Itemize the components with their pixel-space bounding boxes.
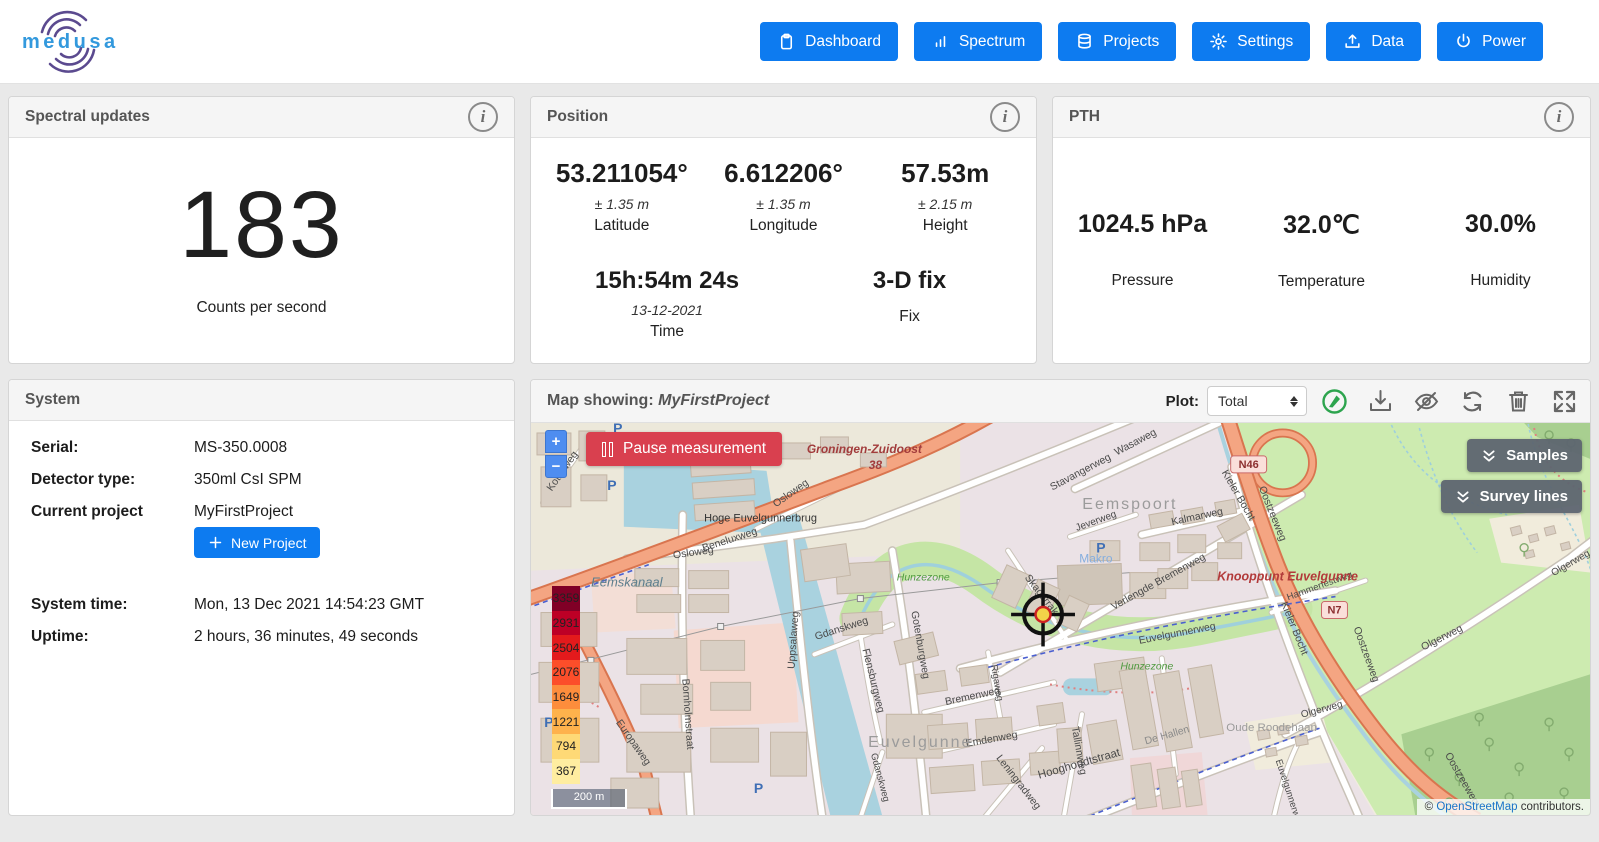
compass-icon[interactable] — [1321, 388, 1348, 415]
nav-button-dashboard[interactable]: Dashboard — [760, 22, 898, 61]
map-canvas[interactable]: BeneluxwegOslowegOslowegKotkawegStavange… — [531, 423, 1590, 816]
map-label: P — [1096, 540, 1105, 556]
legend-cell: 2504 — [552, 635, 580, 660]
map-title: Map showing: MyFirstProject — [547, 392, 1166, 410]
legend-cell: 2076 — [552, 660, 580, 685]
map-label: P — [607, 477, 616, 493]
expand-icon[interactable] — [1551, 388, 1578, 415]
map-zoom-control: + − — [545, 430, 567, 478]
map-viewport[interactable]: BeneluxwegOslowegOslowegKotkawegStavange… — [531, 423, 1590, 816]
info-icon[interactable]: i — [1544, 102, 1574, 132]
svg-text:medusa: medusa — [22, 31, 119, 53]
map-label: Oude Roodehaan — [1226, 722, 1317, 734]
info-icon[interactable]: i — [468, 102, 498, 132]
legend-cell: 367 — [552, 759, 580, 784]
eye-off-icon[interactable] — [1413, 388, 1440, 415]
pause-icon — [602, 442, 613, 457]
pth-card: PTH i 1024.5 hPa Pressure 32.0℃ Temperat… — [1052, 96, 1591, 364]
chevrons-down-icon — [1455, 489, 1471, 505]
upload-icon — [1343, 32, 1362, 51]
database-icon — [1075, 32, 1094, 51]
map-label: P — [754, 780, 763, 796]
nav-button-spectrum[interactable]: Spectrum — [914, 22, 1042, 61]
new-project-button[interactable]: New Project — [194, 527, 320, 558]
info-icon[interactable]: i — [990, 102, 1020, 132]
counts-unit-label: Counts per second — [196, 299, 326, 317]
chevrons-down-icon — [1481, 448, 1497, 464]
spectral-card-title: Spectral updates — [25, 108, 150, 126]
map-label: Eemskanaal — [591, 575, 664, 590]
pause-measurement-button[interactable]: Pause measurement — [586, 432, 782, 466]
legend-cell: 1221 — [552, 709, 580, 734]
map-scale-bar: 200 m — [551, 789, 627, 809]
uptime-row: Uptime: 2 hours, 36 minutes, 49 seconds — [31, 628, 492, 646]
latitude-field: 53.211054° ± 1.35 m Latitude — [541, 158, 703, 235]
counts-value: 183 — [179, 178, 344, 273]
trash-icon[interactable] — [1505, 388, 1532, 415]
map-attribution: © OpenStreetMap contributors. — [1417, 799, 1590, 816]
nav-button-settings[interactable]: Settings — [1192, 22, 1310, 61]
survey-lines-toggle-button[interactable]: Survey lines — [1441, 480, 1582, 513]
clipboard-icon — [777, 32, 796, 51]
system-card-title: System — [25, 391, 80, 409]
map-label: Knooppunt Euvelgunne — [1217, 570, 1358, 584]
current-project-row: Current project MyFirstProject — [31, 503, 492, 521]
detector-type-row: Detector type: 350ml CsI SPM — [31, 471, 492, 489]
map-toolbar — [1321, 388, 1578, 415]
legend-cell: 2931 — [552, 611, 580, 636]
gps-fix-field: 3-D fix Fix — [793, 267, 1026, 341]
medusa-logo: medusa — [14, 6, 122, 78]
map-label: Eemspoort — [1082, 496, 1177, 513]
position-card: Position i 53.211054° ± 1.35 m Latitude … — [530, 96, 1037, 364]
map-label: Hunzezone — [897, 573, 950, 584]
map-label: 38 — [869, 458, 883, 472]
bars-icon — [931, 32, 950, 51]
gear-icon — [1209, 32, 1228, 51]
openstreetmap-link[interactable]: OpenStreetMap — [1436, 801, 1517, 813]
legend-cell: 3359 — [552, 586, 580, 611]
map-project-name: MyFirstProject — [658, 392, 769, 409]
samples-toggle-button[interactable]: Samples — [1467, 439, 1582, 472]
map-card: Map showing: MyFirstProject Plot: Total — [530, 379, 1591, 816]
system-card: System Serial: MS-350.0008 Detector type… — [8, 379, 515, 816]
temperature-field: 32.0℃ Temperature — [1232, 210, 1411, 291]
medusa-logo-icon: medusa — [14, 6, 122, 78]
pth-card-title: PTH — [1069, 108, 1100, 126]
map-label: Hoge Euvelgunnerbrug — [704, 513, 817, 525]
position-card-title: Position — [547, 108, 608, 126]
humidity-field: 30.0% Humidity — [1411, 210, 1590, 291]
main-nav: Dashboard Spectrum Projects Settings Data Pow… — [760, 22, 1543, 61]
height-field: 57.53m ± 2.15 m Height — [864, 158, 1026, 235]
pressure-field: 1024.5 hPa Pressure — [1053, 210, 1232, 291]
plus-icon — [208, 535, 223, 550]
zoom-out-button[interactable]: − — [545, 455, 567, 478]
nav-button-power[interactable]: Power — [1437, 22, 1543, 61]
download-icon[interactable] — [1367, 388, 1394, 415]
nav-button-data[interactable]: Data — [1326, 22, 1421, 61]
power-icon — [1454, 32, 1473, 51]
system-time-row: System time: Mon, 13 Dec 2021 14:54:23 G… — [31, 596, 492, 614]
legend-cell: 794 — [552, 734, 580, 759]
count-rate-legend: 335929312504207616491221794367 — [552, 586, 580, 784]
zoom-in-button[interactable]: + — [545, 430, 567, 453]
spectral-updates-card: Spectral updates i 183 Counts per second — [8, 96, 515, 364]
plot-label: Plot: — [1166, 393, 1199, 410]
map-label: N46 — [1239, 459, 1259, 471]
map-label: Hunzezone — [1120, 661, 1173, 672]
map-label: Groningen-Zuidoost — [807, 442, 923, 456]
longitude-field: 6.612206° ± 1.35 m Longitude — [703, 158, 865, 235]
plot-select[interactable]: Total — [1207, 386, 1307, 416]
nav-button-projects[interactable]: Projects — [1058, 22, 1176, 61]
gps-time-field: 15h:54m 24s 13-12-2021 Time — [541, 267, 793, 341]
legend-cell: 1649 — [552, 685, 580, 710]
map-label: Euvelgunne — [868, 734, 972, 751]
map-label: N7 — [1327, 605, 1341, 617]
app-header: medusa Dashboard Spectrum Projects Settings… — [0, 0, 1599, 84]
serial-row: Serial: MS-350.0008 — [31, 439, 492, 457]
refresh-icon[interactable] — [1459, 388, 1486, 415]
select-arrows-icon — [1290, 396, 1298, 407]
